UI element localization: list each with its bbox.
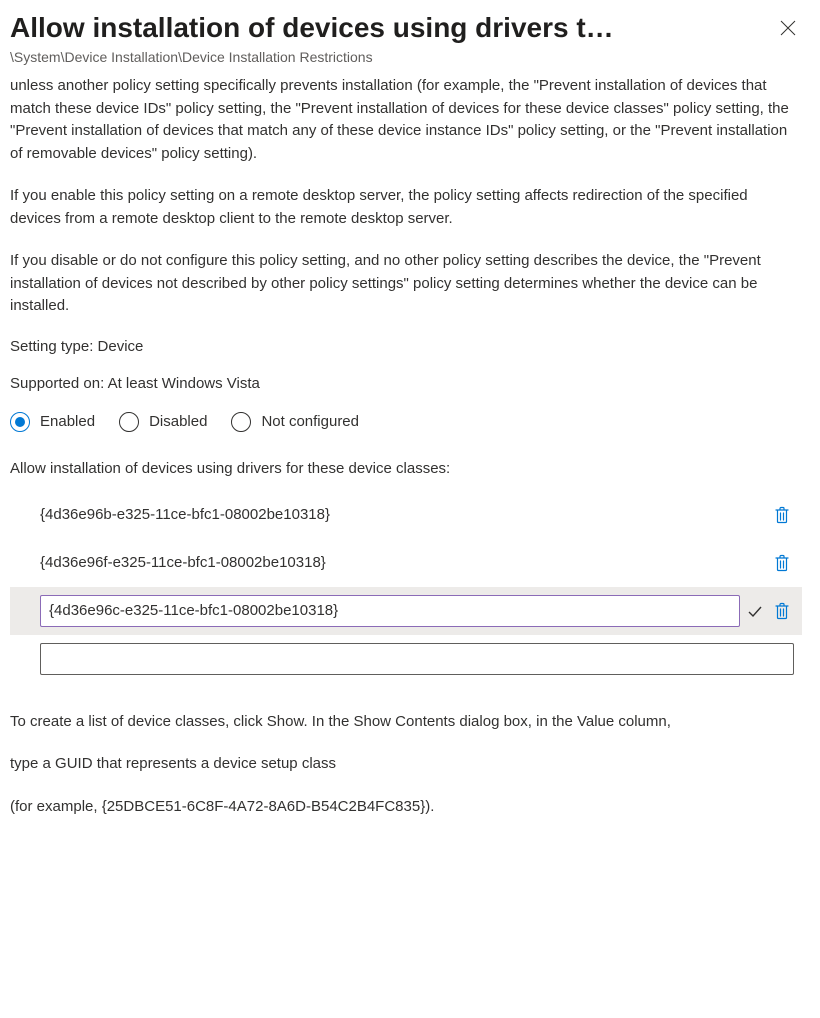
radio-label: Not configured xyxy=(261,413,359,430)
description-paragraph: If you enable this policy setting on a r… xyxy=(10,185,802,230)
description-paragraph: unless another policy setting specifical… xyxy=(10,75,802,165)
radio-disabled[interactable]: Disabled xyxy=(119,412,207,432)
list-item-text: {4d36e96b-e325-11ce-bfc1-08002be10318} xyxy=(40,506,770,523)
device-class-new-input[interactable] xyxy=(47,649,787,668)
footer-paragraph: type a GUID that represents a device set… xyxy=(10,753,802,776)
device-classes-label: Allow installation of devices using driv… xyxy=(10,460,802,477)
close-icon xyxy=(780,20,796,36)
supported-on: Supported on: At least Windows Vista xyxy=(10,375,802,392)
radio-not-configured[interactable]: Not configured xyxy=(231,412,359,432)
radio-circle-icon xyxy=(231,412,251,432)
trash-icon xyxy=(774,602,790,620)
confirm-button[interactable] xyxy=(740,598,770,624)
breadcrumb: \System\Device Installation\Device Insta… xyxy=(10,49,802,65)
setting-type: Setting type: Device xyxy=(10,338,802,355)
radio-label: Disabled xyxy=(149,413,207,430)
footer-paragraph: To create a list of device classes, clic… xyxy=(10,711,802,734)
delete-button[interactable] xyxy=(770,502,794,528)
delete-button[interactable] xyxy=(770,598,794,624)
checkmark-icon xyxy=(746,602,764,620)
close-button[interactable] xyxy=(774,14,802,42)
page-title: Allow installation of devices using driv… xyxy=(10,10,614,45)
list-item-editing xyxy=(10,587,802,635)
device-classes-list: {4d36e96b-e325-11ce-bfc1-08002be10318} {… xyxy=(10,491,802,683)
trash-icon xyxy=(774,554,790,572)
list-item: {4d36e96b-e325-11ce-bfc1-08002be10318} xyxy=(10,491,802,539)
edit-input-wrap xyxy=(40,643,794,675)
description-paragraph: If you disable or do not configure this … xyxy=(10,250,802,318)
footer-paragraph: (for example, {25DBCE51-6C8F-4A72-8A6D-B… xyxy=(10,796,802,819)
radio-circle-icon xyxy=(10,412,30,432)
list-item-new xyxy=(10,635,802,683)
list-item-text: {4d36e96f-e325-11ce-bfc1-08002be10318} xyxy=(40,554,770,571)
edit-input-wrap xyxy=(40,595,740,627)
radio-enabled[interactable]: Enabled xyxy=(10,412,95,432)
list-item: {4d36e96f-e325-11ce-bfc1-08002be10318} xyxy=(10,539,802,587)
device-class-input[interactable] xyxy=(47,601,733,620)
trash-icon xyxy=(774,506,790,524)
state-radio-group: Enabled Disabled Not configured xyxy=(10,412,802,432)
radio-label: Enabled xyxy=(40,413,95,430)
radio-circle-icon xyxy=(119,412,139,432)
delete-button[interactable] xyxy=(770,550,794,576)
